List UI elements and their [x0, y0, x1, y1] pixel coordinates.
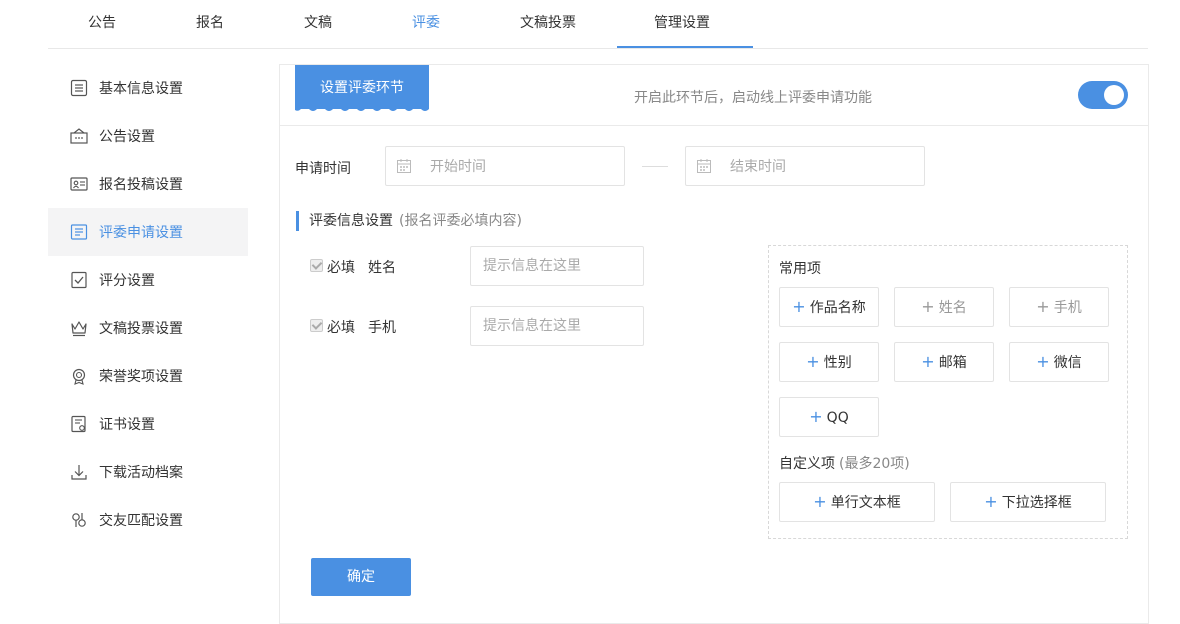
sidebar-item-certificate[interactable]: 证书设置 [48, 400, 248, 448]
add-email-button[interactable]: + 邮箱 [894, 342, 994, 382]
add-dropdown-select-button[interactable]: + 下拉选择框 [950, 482, 1106, 522]
plus-icon: + [809, 407, 823, 426]
calendar-icon [397, 159, 411, 173]
sidebar-item-basic-info[interactable]: 基本信息设置 [48, 64, 248, 112]
settings-sidebar: 基本信息设置 公告设置 报名投稿设置 评委申请设置 评分设置 文稿投票设置 荣誉… [48, 64, 248, 544]
sidebar-item-manuscript-vote[interactable]: 文稿投票设置 [48, 304, 248, 352]
calendar-icon [697, 159, 711, 173]
plus-icon: + [792, 297, 806, 316]
field-name-label: 姓名 [368, 260, 396, 276]
add-name-button[interactable]: + 姓名 [894, 287, 994, 327]
plus-icon: + [984, 492, 998, 511]
sidebar-item-label: 评分设置 [99, 273, 155, 289]
section-ribbon: 设置评委环节 [295, 65, 429, 109]
required-checkbox[interactable] [310, 319, 323, 332]
info-list-icon [69, 78, 89, 98]
option-label: 微信 [1053, 355, 1082, 371]
judge-info-title: 评委信息设置 [309, 213, 393, 229]
sidebar-item-label: 报名投稿设置 [99, 177, 183, 193]
plus-icon: + [1036, 352, 1050, 371]
sidebar-item-announcement[interactable]: 公告设置 [48, 112, 248, 160]
judge-info-section-title: 评委信息设置 (报名评委必填内容) [296, 211, 522, 231]
tab-judges[interactable]: 评委 [406, 0, 446, 49]
sidebar-item-friend-matching[interactable]: 交友匹配设置 [48, 496, 248, 544]
tab-announcement[interactable]: 公告 [82, 0, 122, 49]
crown-icon [69, 318, 89, 338]
field-name-label: 手机 [368, 320, 396, 336]
end-time-placeholder: 结束时间 [730, 159, 786, 175]
match-icon [69, 510, 89, 530]
tab-registration[interactable]: 报名 [190, 0, 230, 49]
sidebar-item-label: 基本信息设置 [99, 81, 183, 97]
sidebar-item-judge-application[interactable]: 评委申请设置 [48, 208, 248, 256]
announcement-icon [69, 126, 89, 146]
trophy-icon [69, 366, 89, 386]
field-hint-input[interactable]: 提示信息在这里 [470, 246, 644, 286]
date-range-separator [642, 166, 668, 167]
judge-form-icon [69, 222, 89, 242]
enable-judge-toggle[interactable] [1078, 81, 1128, 109]
plus-icon: + [806, 352, 820, 371]
option-label: 下拉选择框 [1001, 495, 1072, 511]
required-checkbox[interactable] [310, 259, 323, 272]
option-label: 性别 [823, 355, 852, 371]
sidebar-item-label: 公告设置 [99, 129, 155, 145]
sidebar-item-label: 证书设置 [99, 417, 155, 433]
sidebar-item-scoring[interactable]: 评分设置 [48, 256, 248, 304]
custom-items-title: 自定义项 (最多20项) [779, 453, 910, 473]
plus-icon: + [1036, 297, 1050, 316]
end-time-input[interactable]: 结束时间 [685, 146, 925, 186]
sidebar-item-awards[interactable]: 荣誉奖项设置 [48, 352, 248, 400]
custom-items-label: 自定义项 [779, 456, 835, 472]
sidebar-item-label: 下载活动档案 [99, 465, 183, 481]
tab-management-settings[interactable]: 管理设置 [648, 0, 716, 49]
download-icon [69, 462, 89, 482]
option-label: 邮箱 [938, 355, 967, 371]
sidebar-item-label: 文稿投票设置 [99, 321, 183, 337]
tab-manuscript-vote[interactable]: 文稿投票 [514, 0, 582, 49]
top-tabs: 公告 报名 文稿 评委 文稿投票 管理设置 [48, 0, 1148, 49]
field-row-phone: 必填 手机 提示信息在这里 [310, 306, 650, 346]
sidebar-item-label: 荣誉奖项设置 [99, 369, 183, 385]
section-hint-text: 开启此环节后，启动线上评委申请功能 [634, 90, 872, 106]
sidebar-item-registration[interactable]: 报名投稿设置 [48, 160, 248, 208]
add-phone-button[interactable]: + 手机 [1009, 287, 1109, 327]
field-options-box: 常用项 + 作品名称 + 姓名 + 手机 + 性别 + 邮箱 + 微信 + QQ 自定义项 (最… [768, 245, 1128, 539]
judge-info-subtitle: (报名评委必填内容) [399, 213, 522, 229]
add-qq-button[interactable]: + QQ [779, 397, 879, 437]
add-work-title-button[interactable]: + 作品名称 [779, 287, 879, 327]
confirm-button[interactable]: 确定 [311, 558, 411, 596]
custom-items-subtitle: (最多20项) [839, 456, 910, 472]
plus-icon: + [921, 352, 935, 371]
panel-header: 设置评委环节 开启此环节后，启动线上评委申请功能 [280, 65, 1148, 126]
option-label: 单行文本框 [830, 495, 901, 511]
sidebar-item-label: 交友匹配设置 [99, 513, 183, 529]
certificate-icon [69, 414, 89, 434]
common-items-title: 常用项 [779, 261, 821, 277]
judge-settings-panel: 设置评委环节 开启此环节后，启动线上评委申请功能 申请时间 开始时间 结束时间 … [279, 64, 1149, 624]
plus-icon: + [813, 492, 827, 511]
sidebar-item-label: 评委申请设置 [99, 225, 183, 241]
checklist-icon [69, 270, 89, 290]
add-gender-button[interactable]: + 性别 [779, 342, 879, 382]
field-hint-input[interactable]: 提示信息在这里 [470, 306, 644, 346]
add-wechat-button[interactable]: + 微信 [1009, 342, 1109, 382]
field-row-name: 必填 姓名 提示信息在这里 [310, 246, 650, 286]
plus-icon: + [921, 297, 935, 316]
required-label: 必填 [327, 320, 355, 336]
active-tab-indicator [617, 46, 753, 48]
sidebar-item-download-archive[interactable]: 下载活动档案 [48, 448, 248, 496]
ribbon-wave-edge [295, 105, 429, 111]
option-label: QQ [826, 410, 849, 426]
required-label: 必填 [327, 260, 355, 276]
option-label: 姓名 [938, 300, 967, 316]
start-time-input[interactable]: 开始时间 [385, 146, 625, 186]
option-label: 手机 [1053, 300, 1082, 316]
start-time-placeholder: 开始时间 [430, 159, 486, 175]
id-card-icon [69, 174, 89, 194]
option-label: 作品名称 [809, 300, 866, 316]
add-single-line-text-button[interactable]: + 单行文本框 [779, 482, 935, 522]
apply-time-label: 申请时间 [295, 161, 351, 177]
tab-manuscripts[interactable]: 文稿 [298, 0, 338, 49]
